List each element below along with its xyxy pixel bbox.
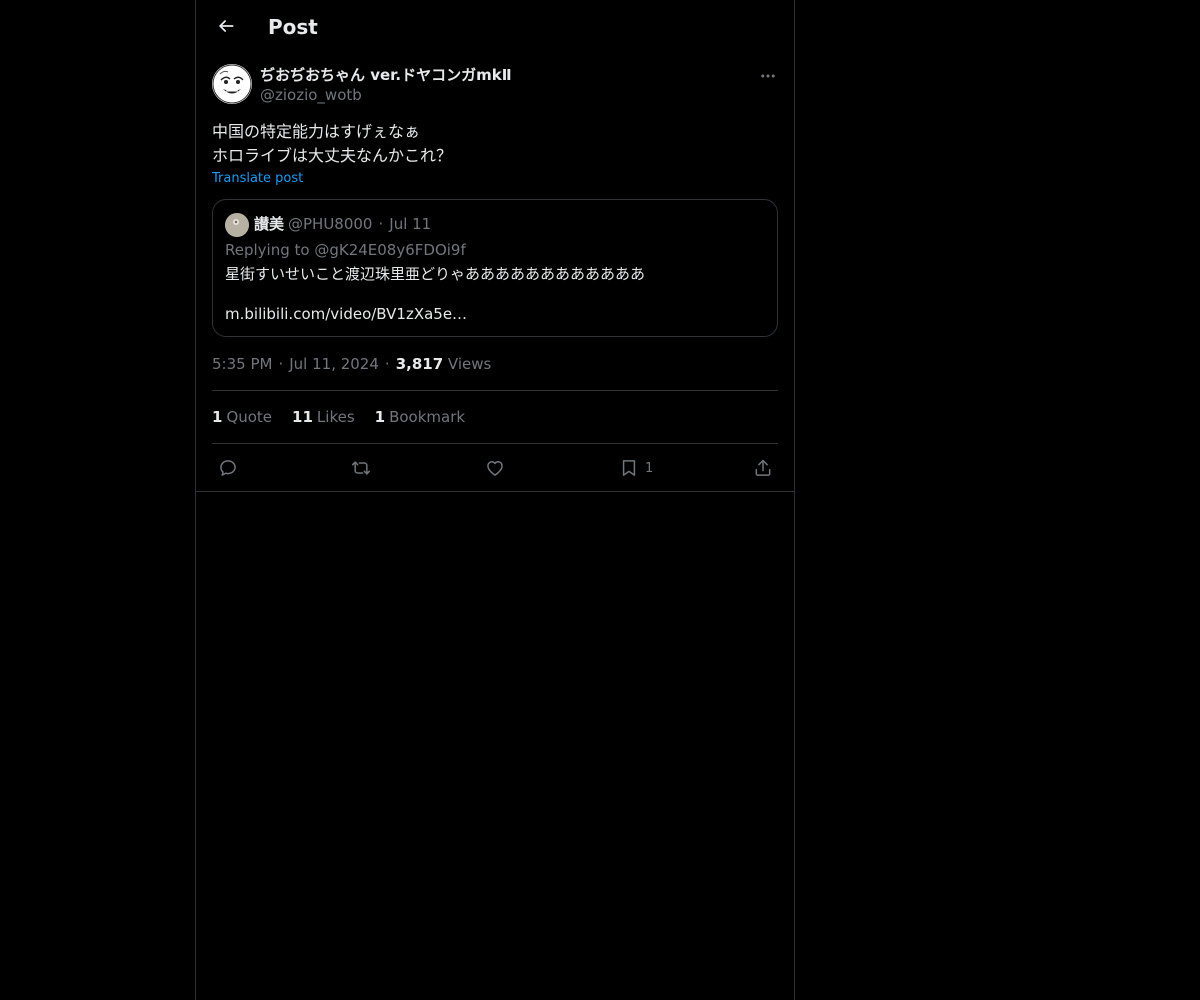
bookmarks-stat[interactable]: 1 Bookmark [375, 407, 465, 427]
quoted-author-name: 讃美 [254, 215, 285, 233]
divider [212, 443, 778, 444]
likes-label: Likes [316, 408, 355, 426]
more-horizontal-icon [761, 74, 775, 78]
post-stats: 1 Quote 11 Likes 1 Bookmark [212, 407, 465, 427]
main-column: Post ぢおぢおちゃん ver.ドヤコンガmkⅡ @ziozio_wotb 中… [195, 0, 795, 1000]
quoted-replying-to: Replying to @gK24E08y6FDOi9f [225, 241, 466, 259]
views-label: Views [447, 355, 492, 373]
quoted-post-text: 星街すいせいこと渡辺珠里亜どりゃああああああああああああ [225, 265, 646, 283]
bookmark-icon [622, 460, 636, 476]
divider [212, 390, 778, 391]
post-time[interactable]: 5:35 PM [212, 355, 272, 373]
reply-icon [220, 460, 236, 476]
quotes-label: Quote [226, 408, 273, 426]
repost-icon [351, 461, 371, 475]
likes-stat[interactable]: 11 Likes [292, 407, 355, 427]
post-date[interactable]: Jul 11, 2024 [289, 355, 379, 373]
bookmarks-count: 1 [374, 408, 386, 426]
views-count: 3,817 [395, 355, 444, 373]
rage-face-avatar-icon [212, 64, 252, 104]
heart-icon [487, 461, 503, 476]
like-button[interactable] [485, 454, 505, 482]
arrow-left-icon [219, 20, 234, 32]
post-timestamp-line: 5:35 PM · Jul 11, 2024 · 3,817 Views [212, 354, 491, 374]
bookmarks-label: Bookmark [389, 408, 466, 426]
quoted-post-card[interactable]: 讃美 @PHU8000 · Jul 11 Replying to @gK24E08y… [212, 199, 778, 337]
author-handle[interactable]: @ziozio_wotb [260, 85, 362, 105]
quoted-author-meta: @PHU8000 · Jul 11 [288, 214, 431, 234]
translate-post-link[interactable]: Translate post [212, 170, 303, 188]
share-icon [755, 459, 771, 476]
page-header: Post [196, 0, 794, 54]
repost-button[interactable] [351, 454, 371, 482]
likes-count: 11 [292, 408, 313, 426]
post-bottom-divider [195, 491, 795, 492]
more-options-button[interactable] [756, 64, 780, 88]
quoted-post-date: Jul 11 [389, 215, 432, 233]
quoted-post-link[interactable]: m.bilibili.com/video/BV1zXa5e… [225, 304, 467, 324]
bookmark-count: 1 [645, 460, 654, 476]
avatar-image-icon [225, 213, 249, 237]
meta-separator: · [278, 355, 284, 373]
author-display-name[interactable]: ぢおぢおちゃん ver.ドヤコンガmkⅡ [260, 65, 512, 85]
share-button[interactable] [753, 454, 773, 482]
quotes-count: 1 [212, 408, 223, 426]
meta-separator: · [378, 215, 384, 233]
meta-separator: · [384, 355, 390, 373]
page-title: Post [268, 15, 318, 39]
quoted-author-avatar [225, 213, 249, 237]
bookmark-button[interactable]: 1 [619, 454, 653, 482]
reply-button[interactable] [218, 454, 238, 482]
post-actions-bar: 1 [212, 454, 778, 482]
author-avatar[interactable] [212, 64, 252, 104]
quoted-author-handle: @PHU8000 [288, 215, 373, 233]
post-text: 中国の特定能力はすげぇなぁ ホロライブは大丈夫なんかこれ？ [212, 122, 453, 165]
quotes-stat[interactable]: 1 Quote [212, 407, 272, 427]
back-button[interactable] [208, 8, 244, 44]
